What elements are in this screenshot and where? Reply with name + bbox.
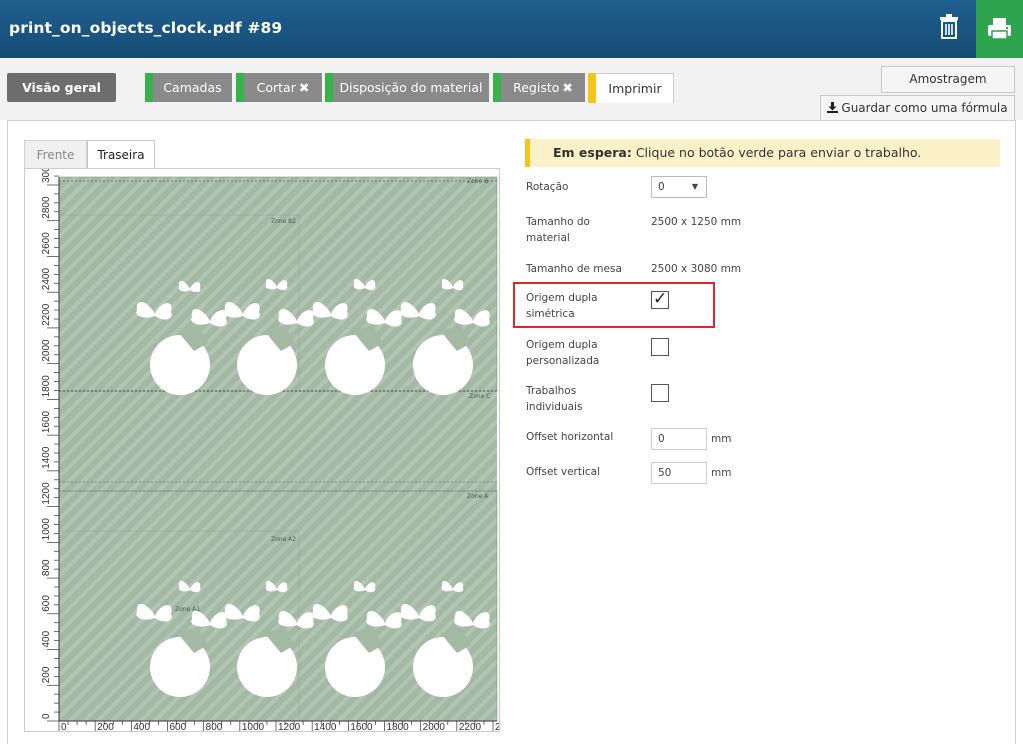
status-strip: [325, 73, 333, 102]
status-strip: [588, 73, 596, 103]
status-label: Em espera:: [553, 145, 632, 160]
y-tick-label: 800: [41, 559, 52, 576]
zone-label: Zone C: [469, 393, 490, 400]
y-tick-label: 0: [41, 713, 52, 719]
offset-horizontal-label: Offset horizontal: [526, 431, 614, 443]
delete-button[interactable]: [930, 8, 968, 48]
error-x-icon: ✖: [562, 80, 573, 95]
y-tick-label: 2400: [41, 268, 52, 291]
media-size-label: Tamanho do material: [526, 216, 590, 244]
tab-registration[interactable]: Registo ✖: [493, 73, 585, 102]
checkmark-icon: ✓: [653, 289, 668, 309]
tab-label: Registo: [513, 80, 560, 95]
offset-horizontal-unit: mm: [711, 433, 732, 445]
tab-front[interactable]: Frente: [24, 140, 87, 168]
x-tick-label: 800: [206, 722, 223, 731]
offset-vertical-label: Offset vertical: [526, 466, 601, 478]
dual-origin-custom-label: Origem dupla personalizada: [526, 339, 600, 367]
job-title: print_on_objects_clock.pdf #89: [9, 19, 283, 37]
rotation-select[interactable]: 0 ▼: [651, 176, 707, 198]
sampling-button[interactable]: Amostragem: [881, 66, 1015, 93]
zone-label: Zone B: [467, 178, 488, 185]
zone-label: Zone B2: [271, 218, 296, 225]
x-tick-label: 1200: [278, 722, 301, 731]
y-tick-label: 2800: [41, 196, 52, 219]
y-tick-label: 2000: [41, 339, 52, 362]
zone-label: Zone A2: [271, 536, 296, 543]
print-button[interactable]: [976, 0, 1023, 58]
job-status-banner: Em espera: Clique no botão verde para en…: [525, 139, 1000, 167]
tab-label: Cortar: [256, 80, 296, 95]
download-icon: [827, 102, 839, 113]
error-x-icon: ✖: [298, 80, 310, 95]
status-strip: [145, 73, 153, 102]
x-tick-label: 400: [133, 722, 150, 731]
x-tick-label: 1400: [314, 722, 337, 731]
table-size-value: 2500 x 3080 mm: [651, 263, 742, 275]
y-tick-label: 1600: [41, 410, 52, 433]
y-tick-label: 1200: [41, 482, 52, 505]
save-recipe-button[interactable]: Guardar como uma fórmula: [820, 95, 1015, 122]
offset-vertical-input[interactable]: 50: [651, 462, 707, 484]
trash-icon: [940, 14, 958, 39]
individual-jobs-checkbox[interactable]: [651, 384, 669, 402]
y-tick-label: 1000: [41, 518, 52, 541]
y-tick-label: 200: [41, 666, 52, 683]
dual-origin-symmetric-label: Origem dupla simétrica: [526, 292, 598, 320]
tab-print[interactable]: Imprimir: [588, 73, 674, 103]
tab-media-layout[interactable]: Disposição do material: [325, 73, 489, 102]
zone-label: Zone A: [467, 493, 489, 500]
chevron-down-icon: ▼: [691, 182, 698, 191]
y-tick-label: 2600: [41, 232, 52, 255]
tab-back[interactable]: Traseira: [87, 140, 155, 168]
tab-label: Camadas: [163, 80, 222, 95]
x-tick-label: 200: [97, 722, 114, 731]
status-strip: [236, 73, 244, 102]
table-size-label: Tamanho de mesa: [526, 263, 622, 275]
status-strip: [493, 73, 501, 102]
y-tick-label: 1800: [41, 375, 52, 398]
y-tick-label: 600: [41, 595, 52, 612]
printer-icon: [988, 18, 1011, 40]
x-tick-label: 2000: [423, 722, 446, 731]
x-tick-label: 1000: [242, 722, 265, 731]
x-tick-label: 600: [170, 722, 187, 731]
rotation-label: Rotação: [526, 181, 569, 193]
individual-jobs-label: Trabalhos individuais: [526, 385, 583, 413]
y-tick-label: 1400: [41, 446, 52, 469]
y-tick-label: 3000: [41, 169, 52, 183]
save-recipe-label: Guardar como uma fórmula: [841, 101, 1008, 115]
print-preview: Zone B Zone B2 Zone C Zone A Zone A2 Zon…: [24, 168, 500, 732]
y-tick-label: 2200: [41, 303, 52, 326]
tab-layers[interactable]: Camadas: [145, 73, 232, 102]
dual-origin-symmetric-checkbox[interactable]: ✓: [651, 289, 669, 309]
y-tick-label: 400: [41, 630, 52, 647]
x-tick-label: 2200: [459, 722, 482, 731]
tab-label: Imprimir: [608, 81, 662, 96]
offset-horizontal-input[interactable]: 0: [651, 428, 707, 450]
x-tick-label: 1800: [387, 722, 410, 731]
x-tick-label: 0: [61, 722, 67, 731]
x-tick-label: 24: [495, 722, 499, 731]
rotation-value: 0: [658, 181, 665, 193]
dual-origin-custom-checkbox[interactable]: [651, 338, 669, 356]
tab-label: Disposição do material: [339, 80, 483, 95]
status-text: Clique no botão verde para enviar o trab…: [631, 145, 922, 160]
preview-canvas: Zone B Zone B2 Zone C Zone A Zone A2 Zon…: [25, 169, 499, 731]
x-tick-label: 1600: [350, 722, 373, 731]
offset-vertical-unit: mm: [711, 467, 732, 479]
tab-overview[interactable]: Visão geral: [7, 73, 116, 102]
app-header: print_on_objects_clock.pdf #89: [0, 0, 1023, 58]
tab-cut[interactable]: Cortar ✖: [236, 73, 322, 102]
media-size-value: 2500 x 1250 mm: [651, 216, 742, 228]
